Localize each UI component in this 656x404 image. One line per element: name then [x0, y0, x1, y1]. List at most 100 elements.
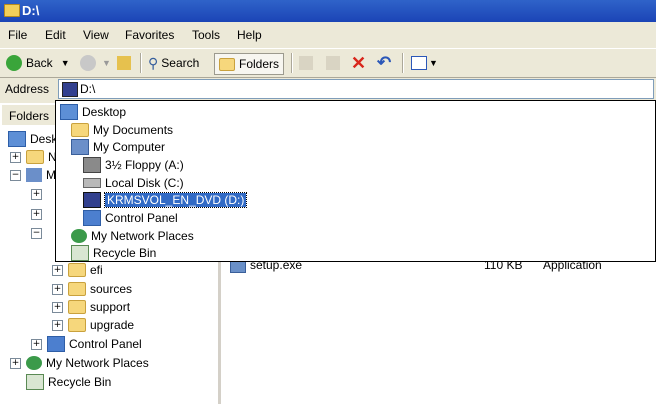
folders-label: Folders	[239, 57, 280, 71]
dropdown-item-floppy[interactable]: 3½ Floppy (A:)	[83, 156, 184, 174]
toolbar-separator	[402, 53, 404, 73]
expand-icon[interactable]: +	[52, 301, 63, 313]
dropdown-item-my-network-places[interactable]: My Network Places	[71, 227, 194, 245]
tree-item-floppy[interactable]: +	[31, 185, 47, 203]
dropdown-item-desktop[interactable]: Desktop	[60, 103, 126, 121]
dropdown-item-my-documents[interactable]: My Documents	[71, 121, 173, 139]
expand-icon[interactable]: +	[52, 319, 63, 331]
search-button[interactable]: ⚲ Search	[148, 53, 199, 73]
tree-item-label: support	[90, 300, 131, 314]
toolbar-separator	[140, 53, 142, 73]
dropdown-item-label: Control Panel	[105, 211, 178, 225]
tree-item-my-computer[interactable]: − M	[10, 166, 56, 184]
delete-button[interactable]: ✕	[351, 53, 366, 73]
expand-icon[interactable]: +	[31, 188, 42, 200]
tree-item-upgrade[interactable]: + upgrade	[52, 316, 134, 334]
menu-file[interactable]: File	[8, 28, 27, 42]
back-arrow-icon	[6, 55, 22, 71]
dropdown-item-label: Recycle Bin	[93, 246, 157, 260]
tree-item-label: Recycle Bin	[48, 375, 112, 389]
dropdown-item-label: My Network Places	[91, 229, 194, 243]
dropdown-item-recycle-bin[interactable]: Recycle Bin	[71, 244, 156, 262]
move-to-icon	[299, 56, 313, 70]
menu-tools[interactable]: Tools	[192, 28, 220, 42]
dropdown-item-label: My Computer	[93, 140, 166, 154]
dropdown-item-label: My Documents	[93, 123, 174, 137]
up-button[interactable]	[117, 53, 131, 73]
move-to-button[interactable]	[299, 53, 313, 73]
dropdown-item-dvd[interactable]: KRMSVOL_EN_DVD (D:)	[83, 191, 248, 209]
expand-icon[interactable]: +	[52, 283, 63, 295]
dvd-icon	[83, 192, 101, 208]
computer-icon	[71, 139, 89, 155]
dropdown-item-local-disk[interactable]: Local Disk (C:)	[83, 174, 184, 192]
menu-edit[interactable]: Edit	[45, 28, 66, 42]
window-title: D:\	[22, 3, 40, 18]
expand-icon[interactable]: +	[31, 338, 42, 350]
forward-arrow-icon	[80, 55, 96, 71]
back-dropdown-icon[interactable]: ▼	[61, 58, 70, 68]
expand-icon[interactable]: +	[10, 151, 21, 163]
copy-to-button[interactable]	[326, 53, 340, 73]
folder-icon	[4, 4, 20, 17]
control-panel-icon	[83, 210, 101, 226]
tree-item-local-disk[interactable]: +	[31, 205, 47, 223]
tree-item-support[interactable]: + support	[52, 298, 130, 316]
computer-icon	[26, 168, 42, 182]
expand-icon[interactable]: +	[31, 208, 42, 220]
recycle-bin-icon	[71, 245, 89, 261]
menu-bar: File Edit View Favorites Tools Help	[0, 24, 656, 46]
address-label: Address	[5, 82, 50, 96]
folder-icon	[68, 263, 86, 277]
control-panel-icon	[47, 336, 65, 352]
dropdown-item-my-computer[interactable]: My Computer	[71, 138, 165, 156]
floppy-icon	[83, 157, 101, 173]
tree-item-my-network-places[interactable]: + My Network Places	[10, 354, 149, 372]
menu-favorites[interactable]: Favorites	[125, 28, 174, 42]
tree-item-sources[interactable]: + sources	[52, 280, 132, 298]
dropdown-item-label: KRMSVOL_EN_DVD (D:)	[103, 192, 248, 208]
tree-item-label: Control Panel	[69, 337, 142, 351]
toolbar: Back ▼ ▼ ⚲ Search Folders ✕ ↶ ▼	[0, 48, 656, 78]
expand-icon[interactable]: +	[10, 357, 21, 369]
tree-item-my-documents[interactable]: + N	[10, 148, 57, 166]
address-value: D:\	[80, 82, 96, 96]
forward-dropdown-icon[interactable]: ▼	[102, 58, 111, 68]
search-label: Search	[161, 56, 200, 70]
collapse-icon[interactable]: −	[31, 227, 42, 239]
menu-help[interactable]: Help	[237, 28, 262, 42]
menu-view[interactable]: View	[83, 28, 109, 42]
back-button[interactable]: Back ▼	[6, 53, 70, 73]
dropdown-item-label: Local Disk (C:)	[105, 176, 184, 190]
up-folder-icon	[117, 56, 131, 70]
recycle-bin-icon	[26, 374, 44, 390]
collapse-icon[interactable]: −	[10, 169, 21, 181]
address-field[interactable]: D:\	[58, 79, 654, 99]
folders-button[interactable]: Folders	[214, 53, 285, 75]
folder-icon	[26, 150, 44, 164]
desktop-icon	[60, 104, 78, 120]
folder-icon	[68, 318, 86, 332]
search-icon: ⚲	[148, 54, 159, 71]
tree-item-dvd[interactable]: −	[31, 224, 47, 242]
tree-item-recycle-bin[interactable]: Recycle Bin	[26, 373, 111, 391]
tree-item-desktop[interactable]: Desk	[8, 130, 57, 148]
expand-icon[interactable]: +	[52, 264, 63, 276]
back-label: Back	[26, 56, 53, 70]
tree-item-control-panel[interactable]: + Control Panel	[31, 335, 142, 353]
views-dropdown-icon: ▼	[429, 58, 438, 68]
network-icon	[26, 356, 42, 370]
dropdown-item-control-panel[interactable]: Control Panel	[83, 209, 178, 227]
views-button[interactable]: ▼	[411, 53, 438, 73]
tree-item-label: sources	[90, 282, 133, 296]
tree-item-efi[interactable]: + efi	[52, 261, 103, 279]
undo-button[interactable]: ↶	[377, 53, 391, 73]
tree-item-label: upgrade	[90, 318, 135, 332]
copy-to-icon	[326, 56, 340, 70]
delete-icon: ✕	[351, 52, 367, 73]
forward-button[interactable]: ▼	[80, 53, 111, 73]
tree-item-label: Desk	[30, 132, 58, 146]
dvd-drive-icon	[62, 82, 78, 97]
disk-icon	[83, 178, 101, 188]
undo-icon: ↶	[377, 53, 392, 72]
